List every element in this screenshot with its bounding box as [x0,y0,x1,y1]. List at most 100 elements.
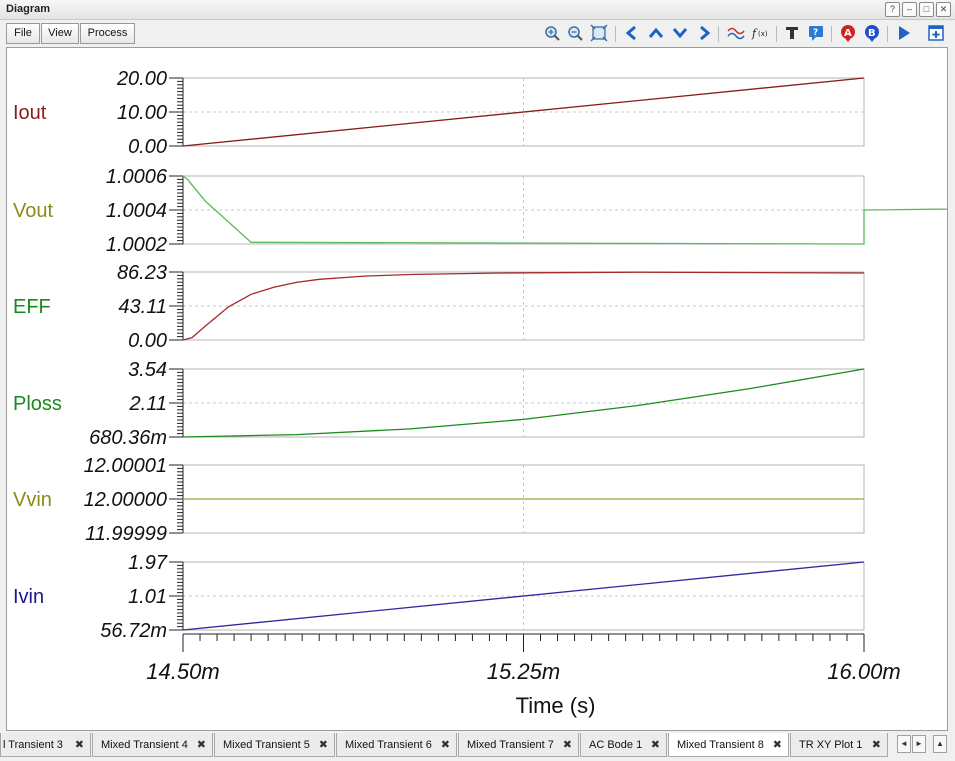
y-tick-label: 20.00 [116,68,167,90]
cursor-a-icon[interactable]: A [839,24,857,42]
minimize-button[interactable]: – [902,2,917,17]
zoom-in-icon[interactable] [543,24,561,42]
tab-label: AC Bode 1 [589,739,643,751]
y-tick-label: 0.00 [128,330,167,352]
tab-close-icon[interactable]: ✖ [75,733,84,756]
y-tick-label: 12.00001 [84,455,167,477]
y-tick-label: 1.0006 [106,166,168,188]
tab-label: l Transient 3 [3,739,63,751]
tab[interactable]: l Transient 3 ✖ [0,733,91,757]
tab-close-icon[interactable]: ✖ [872,733,881,756]
toolbar: File View Process f (x) ? A B [0,20,955,47]
chart[interactable]: 20.00 10.00 0.00 Iout 1.0006 1.0004 1.0002 Vout… [7,48,947,730]
tab-scroll-left-button[interactable]: ◄ [897,735,911,753]
svg-text:?: ? [813,28,818,38]
tab-bar: l Transient 3 ✖ Mixed Transient 4 ✖ Mixed Tr… [0,731,955,761]
toolbar-separator [887,26,888,42]
tab-label: Mixed Transient 6 [345,739,432,751]
zoom-out-icon[interactable] [566,24,584,42]
arrow-left-icon[interactable] [623,24,641,42]
panel-label: Vvin [13,489,52,511]
panel-vvin: 12.00001 12.00000 11.99999 Vvin [13,455,865,545]
y-tick-label: 43.11 [118,296,167,318]
tab-close-icon[interactable]: ✖ [197,733,206,756]
cursor-b-icon[interactable]: B [863,24,881,42]
maximize-button[interactable]: □ [919,2,934,17]
svg-text:(x): (x) [758,30,768,38]
y-tick-label: 12.00000 [84,489,167,511]
y-tick-label: 1.0004 [106,200,167,222]
x-axis-label: Time (s) [516,693,596,718]
svg-text:A: A [844,28,852,39]
x-axis: 14.50m 15.25m 16.00m Time (s) [146,633,901,718]
y-tick-label: 10.00 [117,102,167,124]
tab-close-icon[interactable]: ✖ [563,733,572,756]
run-icon[interactable] [895,24,913,42]
help-button[interactable]: ? [885,2,900,17]
tab-label: Mixed Transient 4 [101,739,188,751]
file-menu[interactable]: File [6,23,40,44]
y-tick-label: 86.23 [117,262,167,284]
tab-list-button[interactable]: ▲ [933,735,947,753]
y-tick-label: 56.72m [100,620,167,642]
tab[interactable]: Mixed Transient 8 ✖ [668,733,789,757]
tab-close-icon[interactable]: ✖ [651,733,660,756]
note-icon[interactable]: ? [807,24,825,42]
zoom-fit-icon[interactable] [590,24,608,42]
panel-ivin: 1.97 1.01 56.72m Ivin [13,552,865,642]
tab-label: Mixed Transient 8 [677,739,764,751]
tab-label: Mixed Transient 5 [223,739,310,751]
panel-iout: 20.00 10.00 0.00 Iout [13,68,865,158]
add-panel-icon[interactable] [927,24,945,42]
waveform-icon[interactable] [727,24,745,42]
toolbar-separator [615,26,616,42]
tab-label: Mixed Transient 7 [467,739,554,751]
x-tick-label: 15.25m [487,659,560,684]
y-tick-label: 2.11 [129,393,167,415]
y-tick-label: 1.97 [128,552,168,574]
arrow-right-icon[interactable] [695,24,713,42]
panel-label: Iout [13,102,47,124]
tab-label: TR XY Plot 1 [799,739,863,751]
svg-text:B: B [868,28,876,39]
y-tick-label: 1.0002 [106,234,167,256]
panel-eff: 86.23 43.11 0.00 EFF [13,262,865,352]
y-tick-label: 11.99999 [85,523,167,545]
view-menu[interactable]: View [41,23,79,44]
x-tick-label: 14.50m [146,659,219,684]
tab-scroll-right-button[interactable]: ► [912,735,926,753]
window-controls: ? – □ ✕ [885,2,951,17]
tab[interactable]: AC Bode 1 ✖ [580,733,667,757]
arrow-down-icon[interactable] [671,24,689,42]
y-tick-label: 3.54 [128,359,167,381]
tab[interactable]: Mixed Transient 7 ✖ [458,733,579,757]
tab[interactable]: TR XY Plot 1 ✖ [790,733,888,757]
y-tick-label: 680.36m [89,427,167,449]
y-tick-label: 1.01 [128,586,167,608]
tab-close-icon[interactable]: ✖ [319,733,328,756]
tab[interactable]: Mixed Transient 5 ✖ [214,733,335,757]
panel-vout: 1.0006 1.0004 1.0002 Vout [13,166,947,256]
tab[interactable]: Mixed Transient 6 ✖ [336,733,457,757]
y-tick-label: 0.00 [128,136,167,158]
tab-close-icon[interactable]: ✖ [773,733,782,756]
close-button[interactable]: ✕ [936,2,951,17]
svg-text:f: f [751,27,758,40]
panel-ploss: 3.54 2.11 680.36m Ploss [13,359,865,449]
tab[interactable]: Mixed Transient 4 ✖ [92,733,213,757]
window-titlebar: Diagram ? – □ ✕ [0,0,955,20]
diagram-panel: 20.00 10.00 0.00 Iout 1.0006 1.0004 1.0002 Vout… [6,47,948,731]
toolbar-separator [831,26,832,42]
window-title: Diagram [6,3,51,15]
arrow-up-icon[interactable] [647,24,665,42]
toolbar-separator [776,26,777,42]
toolbar-separator [718,26,719,42]
text-icon[interactable] [783,24,801,42]
x-tick-label: 16.00m [827,659,900,684]
panel-label: Vout [13,200,53,222]
process-menu[interactable]: Process [80,23,135,44]
tab-close-icon[interactable]: ✖ [441,733,450,756]
panel-label: Ivin [13,586,44,608]
panel-label: EFF [13,296,51,318]
function-icon[interactable]: f (x) [751,24,769,42]
